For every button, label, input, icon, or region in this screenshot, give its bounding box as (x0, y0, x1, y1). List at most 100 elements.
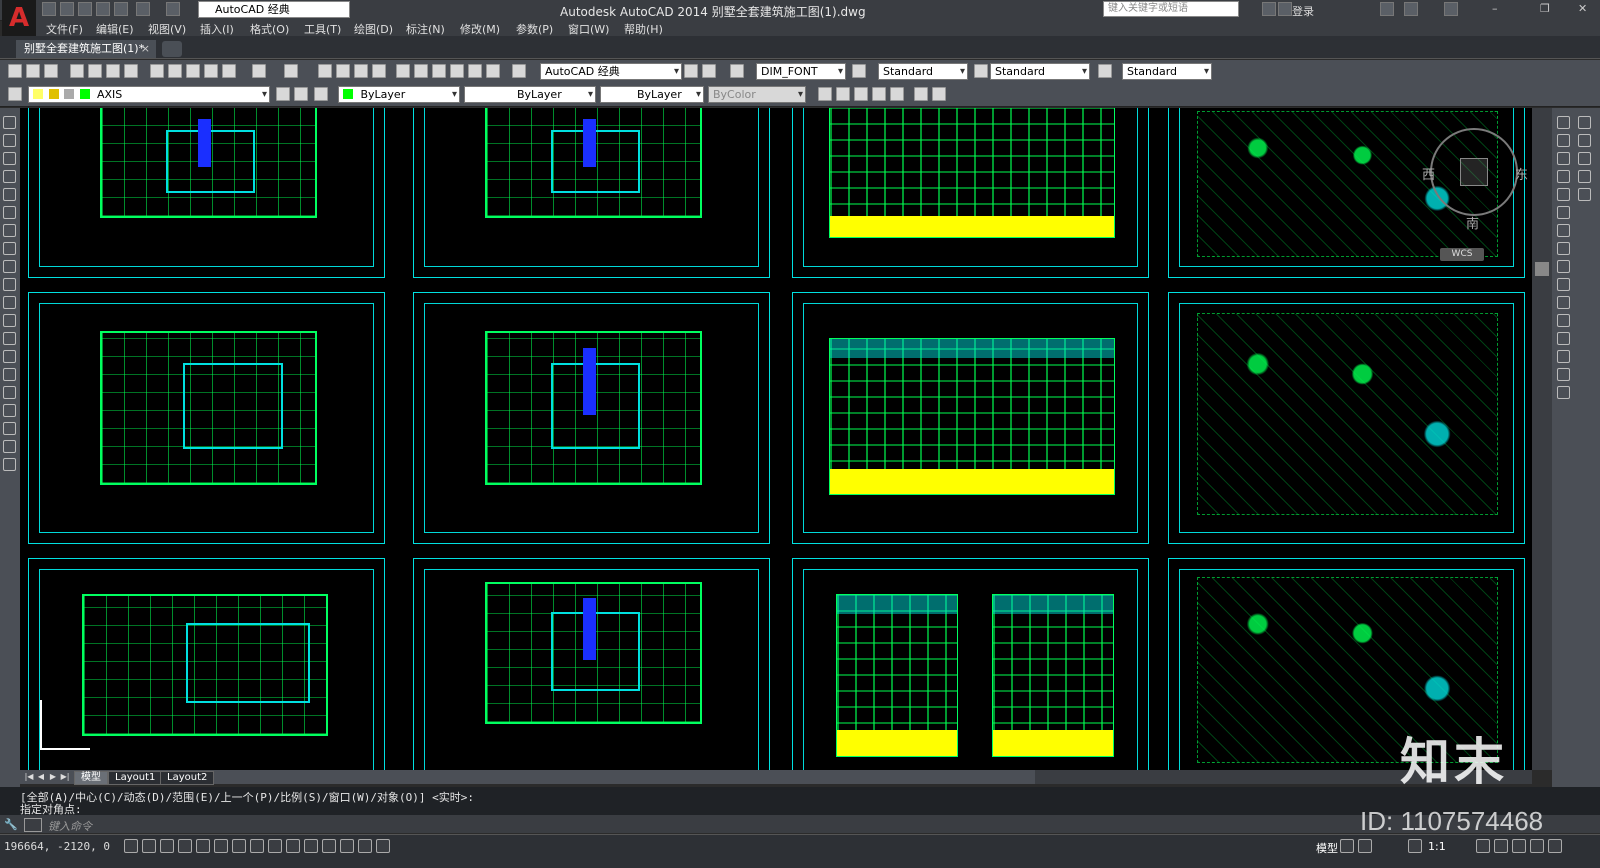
multileader-style-dropdown[interactable]: Standard (1122, 63, 1212, 80)
print-icon[interactable] (114, 2, 128, 16)
polygon-icon[interactable] (3, 170, 16, 183)
sheet-details-2[interactable] (1168, 292, 1525, 544)
sheet-floor-plan-1[interactable] (28, 108, 385, 278)
dimension-arc-icon[interactable] (1578, 152, 1591, 165)
annotation-scale-label[interactable]: 1:1 (1428, 840, 1446, 853)
sheet-elevation-2[interactable] (792, 292, 1149, 544)
design-center-icon[interactable] (414, 64, 428, 78)
view-icon-4[interactable] (872, 87, 886, 101)
vertical-scroll-thumb[interactable] (1535, 262, 1549, 276)
text-style-dropdown[interactable]: DIM_FONT (756, 63, 846, 80)
undo-tb-icon[interactable] (252, 64, 266, 78)
polar-tracking-icon[interactable] (196, 839, 210, 853)
wrench-icon[interactable]: 🔧 (4, 818, 18, 831)
viewcube-compass[interactable]: 西 东 南 (1422, 128, 1528, 232)
quick-view-layouts-icon[interactable] (1340, 839, 1354, 853)
hardware-acceleration-icon[interactable] (1512, 839, 1526, 853)
user-icon[interactable] (1278, 2, 1292, 16)
region-icon[interactable] (3, 404, 16, 417)
menu-edit[interactable]: 编辑(E) (96, 21, 134, 37)
tab-close-icon[interactable]: × (141, 40, 150, 58)
lineweight-dropdown[interactable]: ByLayer (600, 86, 704, 103)
compass-east[interactable]: 东 (1515, 164, 1528, 183)
view-icon-2[interactable] (836, 87, 850, 101)
sheet-sections[interactable] (792, 558, 1149, 770)
arc-icon[interactable] (3, 206, 16, 219)
layer-state-icon[interactable] (314, 87, 328, 101)
undo-icon[interactable] (136, 2, 150, 16)
tab-layout1[interactable]: Layout1 (108, 771, 163, 785)
plot-preview-icon[interactable] (88, 64, 102, 78)
menu-view[interactable]: 视图(V) (148, 21, 186, 37)
menu-dimension[interactable]: 标注(N) (406, 21, 445, 37)
move-icon[interactable] (1557, 206, 1570, 219)
sheet-floor-plan-5[interactable] (413, 558, 770, 770)
text-style-icon[interactable] (730, 64, 744, 78)
menu-format[interactable]: 格式(O) (250, 21, 289, 37)
document-tab[interactable]: 别墅全套建筑施工图(1)* × (16, 40, 156, 58)
array-icon[interactable] (1557, 188, 1570, 201)
clean-screen-icon[interactable] (1548, 839, 1562, 853)
workspace-switch-icon[interactable] (1476, 839, 1490, 853)
dimension-radius-icon[interactable] (1578, 170, 1591, 183)
point-icon[interactable] (3, 350, 16, 363)
revision-cloud-icon[interactable] (3, 242, 16, 255)
dim-style-dropdown[interactable]: Standard (878, 63, 968, 80)
dynamic-input-icon[interactable] (286, 839, 300, 853)
add-selected-icon[interactable] (3, 458, 16, 471)
layer-manager-icon[interactable] (8, 87, 22, 101)
sheet-set-icon[interactable] (450, 64, 464, 78)
menu-tools[interactable]: 工具(T) (304, 21, 341, 37)
dim-style-icon[interactable] (852, 64, 866, 78)
circle-icon[interactable] (3, 224, 16, 237)
save-as-icon[interactable] (96, 2, 110, 16)
tab-model[interactable]: 模型 (74, 771, 108, 785)
compass-west[interactable]: 西 (1422, 164, 1435, 183)
last-layout-icon[interactable]: ▶| (60, 771, 70, 782)
annotation-scale-icon[interactable] (1408, 839, 1422, 853)
linetype-dropdown[interactable]: ByLayer (464, 86, 596, 103)
vertical-scrollbar[interactable] (1532, 108, 1552, 770)
publish-icon[interactable] (106, 64, 120, 78)
hatch-icon[interactable] (3, 368, 16, 381)
redo-icon[interactable] (166, 2, 180, 16)
exchange-icon[interactable] (1380, 2, 1394, 16)
multileader-style-icon[interactable] (1098, 64, 1112, 78)
workspace-toolbar-dropdown[interactable]: AutoCAD 经典 (540, 63, 682, 80)
dimension-linear-icon[interactable] (1578, 116, 1591, 129)
sheet-floor-plan-2[interactable] (413, 108, 770, 278)
pan-icon[interactable] (318, 64, 332, 78)
copy-object-icon[interactable] (1557, 134, 1570, 147)
zoom-realtime-icon[interactable] (336, 64, 350, 78)
menu-modify[interactable]: 修改(M) (460, 21, 500, 37)
properties-icon[interactable] (396, 64, 410, 78)
save-icon[interactable] (78, 2, 92, 16)
construction-line-icon[interactable] (3, 134, 16, 147)
paste-icon[interactable] (186, 64, 200, 78)
rotate-icon[interactable] (1557, 224, 1570, 237)
ellipse-icon[interactable] (3, 278, 16, 291)
viewcube-face[interactable] (1460, 158, 1488, 186)
minimize-icon[interactable]: – (1492, 2, 1498, 15)
menu-draw[interactable]: 绘图(D) (354, 21, 393, 37)
trim-icon[interactable] (1557, 278, 1570, 291)
ellipse-arc-icon[interactable] (3, 296, 16, 309)
sheet-floor-plan-4[interactable] (413, 292, 770, 544)
calculator-icon[interactable] (486, 64, 500, 78)
plot-icon[interactable] (70, 64, 84, 78)
open-icon[interactable] (26, 64, 40, 78)
copy-icon[interactable] (168, 64, 182, 78)
view-icon-5[interactable] (890, 87, 904, 101)
isolate-objects-icon[interactable] (1530, 839, 1544, 853)
layer-previous-icon[interactable] (294, 87, 308, 101)
sheet-roof-plan[interactable] (28, 558, 385, 770)
spline-icon[interactable] (3, 260, 16, 273)
view-icon-1[interactable] (818, 87, 832, 101)
quick-properties-icon[interactable] (340, 839, 354, 853)
command-prompt-icon[interactable] (24, 818, 42, 832)
transparency-icon[interactable] (322, 839, 336, 853)
view-icon-3[interactable] (854, 87, 868, 101)
fillet-icon[interactable] (1557, 368, 1570, 381)
sheet-floor-plan-3[interactable] (28, 292, 385, 544)
sheet-elevation-1[interactable] (792, 108, 1149, 278)
